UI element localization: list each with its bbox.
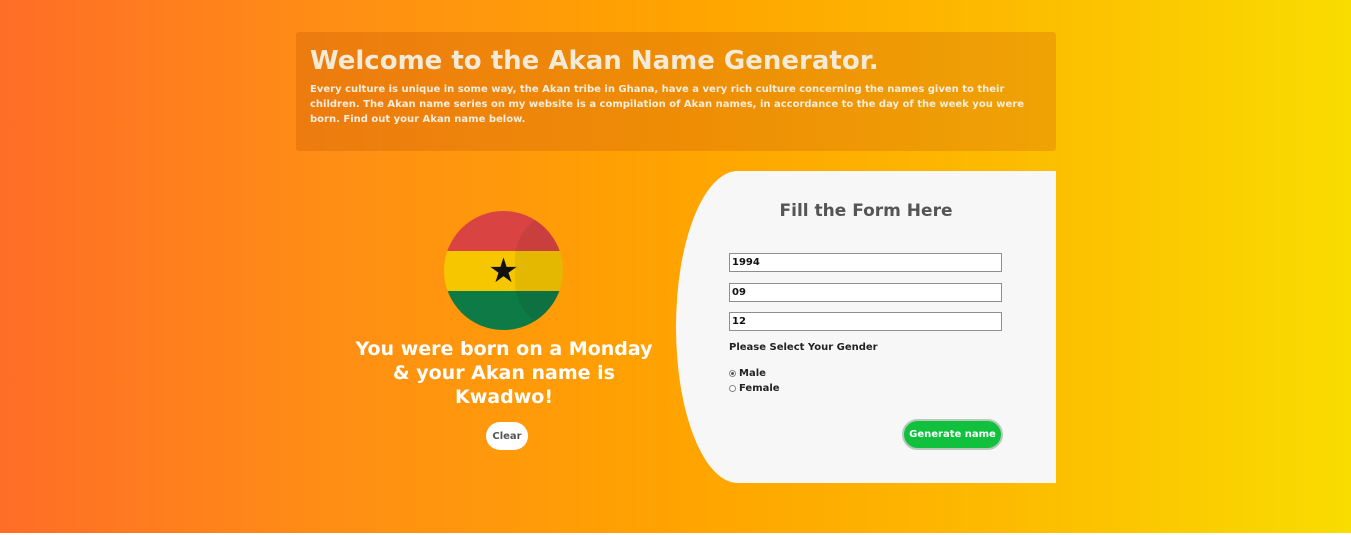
- form-title: Fill the Form Here: [779, 201, 953, 221]
- star-icon: ★: [488, 251, 519, 291]
- generate-name-button[interactable]: Generate name: [902, 419, 1003, 450]
- intro-description: Every culture is unique in some way, the…: [310, 84, 1025, 125]
- clear-button[interactable]: Clear: [486, 422, 528, 450]
- name-form-panel: Fill the Form Here Please Select Your Ge…: [676, 171, 1056, 483]
- year-input[interactable]: [729, 253, 1002, 272]
- gender-option-male[interactable]: Male: [729, 368, 766, 379]
- akan-name-result: You were born on a Monday & your Akan na…: [355, 338, 653, 408]
- page-title: Welcome to the Akan Name Generator.: [310, 46, 879, 76]
- ghana-flag-icon: ★: [444, 211, 563, 330]
- day-input[interactable]: [729, 312, 1002, 331]
- female-radio[interactable]: [729, 385, 736, 392]
- female-label: Female: [739, 383, 780, 394]
- male-label: Male: [739, 368, 766, 379]
- gender-option-female[interactable]: Female: [729, 383, 780, 394]
- intro-banner: Welcome to the Akan Name Generator. Ever…: [296, 32, 1056, 151]
- month-input[interactable]: [729, 283, 1002, 302]
- gender-label: Please Select Your Gender: [729, 342, 878, 353]
- male-radio[interactable]: [729, 370, 736, 377]
